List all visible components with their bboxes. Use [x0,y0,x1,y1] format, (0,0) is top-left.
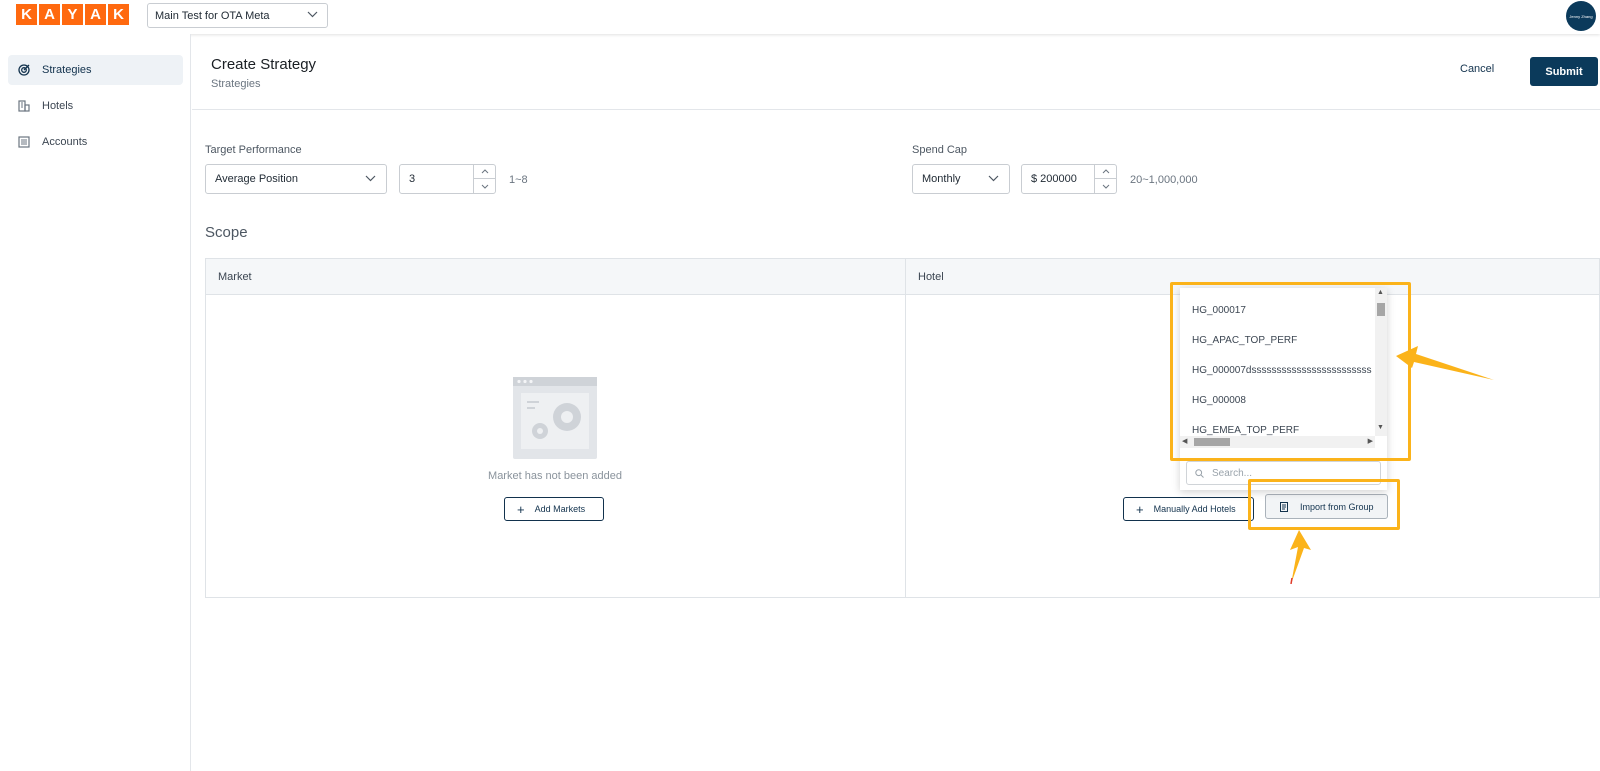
avatar-initials: Jenny Zhang [1569,13,1593,19]
spend-cap-input[interactable]: $ 200000 [1021,164,1117,194]
sidebar-item-label: Hotels [42,100,74,112]
stepper-up-icon[interactable] [474,165,495,179]
sidebar-item-accounts[interactable]: Accounts [8,127,183,157]
account-selector-value: Main Test for OTA Meta [155,9,270,22]
target-metric-value: Average Position [215,173,298,185]
highlight-box-import [1248,479,1400,530]
sidebar-item-label: Accounts [42,136,88,148]
logo-letter: A [85,4,106,25]
column-divider [905,259,906,597]
hotel-column-header: Hotel [918,271,944,283]
spend-cap-value: $ 200000 [1031,173,1077,185]
spend-cap-label: Spend Cap [912,144,968,156]
plus-icon: + [517,501,525,517]
stepper-down-icon[interactable] [1095,179,1116,193]
scope-title: Scope [205,224,248,241]
logo-letter: Y [62,4,83,25]
logo-letter: K [108,4,129,25]
market-empty-text: Market has not been added [488,470,622,482]
spend-period-value: Monthly [922,173,961,185]
spend-range-hint: 20~1,000,000 [1130,174,1198,186]
stepper-up-icon[interactable] [1095,165,1116,179]
search-icon [1195,468,1204,478]
target-metric-select[interactable]: Average Position [205,164,387,194]
chevron-down-icon [307,11,318,18]
chevron-down-icon [365,175,376,182]
target-icon [18,64,30,76]
sidebar-item-label: Strategies [42,64,92,76]
logo-letter: K [16,4,37,25]
target-value-input[interactable]: 3 [399,164,496,194]
kayak-logo[interactable]: K A Y A K [16,4,129,25]
submit-button[interactable]: Submit [1530,57,1598,86]
target-performance-label: Target Performance [205,144,302,156]
add-markets-label: Add Markets [534,504,586,514]
ledger-icon [18,136,30,148]
account-selector[interactable]: Main Test for OTA Meta [147,3,328,28]
highlight-box-dropdown [1170,282,1411,461]
target-value-stepper[interactable] [473,165,495,193]
logo-letter: A [39,4,60,25]
building-icon [18,100,30,112]
target-range-hint: 1~8 [509,174,528,186]
search-placeholder: Search... [1212,467,1253,479]
manually-add-hotels-label: Manually Add Hotels [1153,504,1236,514]
page-header: Create Strategy Strategies Cancel Submit [192,34,1600,110]
annotation-arrow-icon [1396,346,1494,380]
sidebar-item-strategies[interactable]: Strategies [8,55,183,85]
target-value: 3 [409,173,416,185]
sidebar-item-hotels[interactable]: Hotels [8,91,183,121]
manually-add-hotels-button[interactable]: + Manually Add Hotels [1123,497,1254,521]
page-title: Create Strategy [211,56,317,73]
breadcrumb[interactable]: Strategies [211,78,261,90]
add-markets-button[interactable]: + Add Markets [504,497,604,521]
chevron-down-icon [988,175,999,182]
empty-settings-illustration-icon [513,377,597,459]
sidebar: Strategies Hotels Accounts [0,34,191,771]
plus-icon: + [1136,501,1144,517]
user-avatar[interactable]: Jenny Zhang [1566,1,1596,31]
top-bar: K A Y A K Main Test for OTA Meta Jenny Z… [0,0,1600,34]
cancel-button[interactable]: Cancel [1460,63,1494,75]
market-column-header: Market [218,271,252,283]
stepper-down-icon[interactable] [474,179,495,193]
spend-cap-stepper[interactable] [1094,165,1116,193]
spend-period-select[interactable]: Monthly [912,164,1010,194]
annotation-arrow-icon [1290,530,1311,584]
